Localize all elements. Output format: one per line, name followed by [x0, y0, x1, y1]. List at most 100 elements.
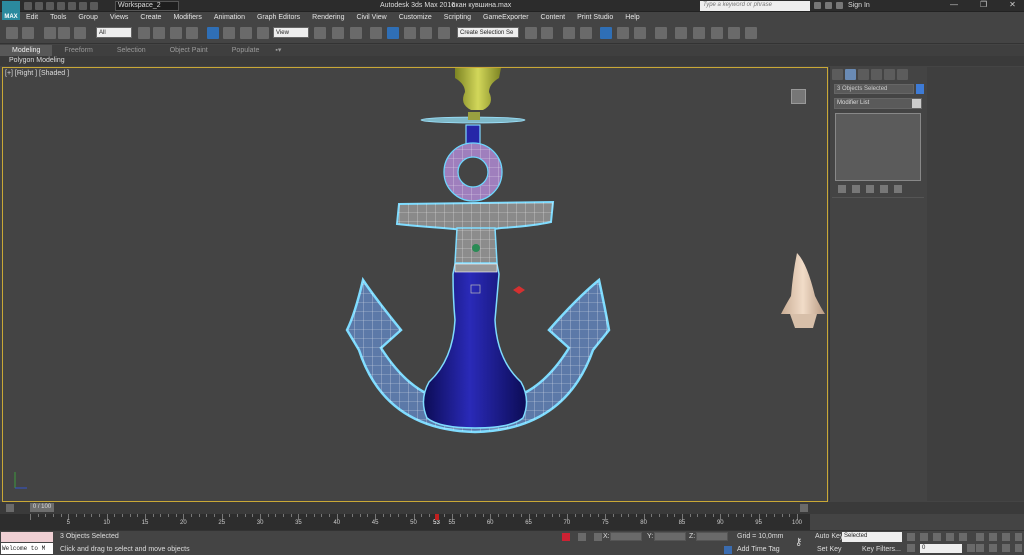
- display-tab-icon[interactable]: [884, 69, 895, 80]
- go-to-end-icon[interactable]: [959, 533, 967, 541]
- menu-graph-editors[interactable]: Graph Editors: [251, 12, 306, 23]
- y-coordinate-field[interactable]: [654, 532, 686, 541]
- pivot-center-icon[interactable]: [314, 27, 326, 39]
- redo-icon[interactable]: [68, 2, 76, 10]
- object-name-field[interactable]: 3 Objects Selected: [834, 84, 914, 94]
- menu-scripting[interactable]: Scripting: [438, 12, 477, 23]
- key-mode-icon[interactable]: [907, 544, 915, 552]
- remove-modifier-icon[interactable]: [880, 185, 888, 193]
- select-by-name-icon[interactable]: [153, 27, 165, 39]
- time-tag-icon[interactable]: [724, 546, 732, 554]
- isolate-icon[interactable]: [562, 533, 570, 541]
- go-to-start-icon[interactable]: [907, 533, 915, 541]
- menu-civil-view[interactable]: Civil View: [350, 12, 392, 23]
- tab-selection[interactable]: Selection: [105, 45, 158, 56]
- subscription-icon[interactable]: [825, 2, 832, 9]
- material-editor-icon[interactable]: [655, 27, 667, 39]
- set-key-icon[interactable]: ⚷: [795, 537, 802, 548]
- zoom-icon[interactable]: [976, 533, 984, 541]
- menu-help[interactable]: Help: [619, 12, 645, 23]
- app-logo[interactable]: MAX: [2, 1, 20, 20]
- minimize-button[interactable]: —: [950, 0, 958, 9]
- maximize-viewport-icon[interactable]: [1015, 544, 1022, 552]
- menu-create[interactable]: Create: [134, 12, 167, 23]
- save-file-icon[interactable]: [46, 2, 54, 10]
- zoom-extents-all-icon[interactable]: [1015, 533, 1022, 541]
- play-icon[interactable]: [933, 533, 941, 541]
- a360-render-icon[interactable]: [745, 27, 757, 39]
- set-key-button[interactable]: Set Key: [817, 546, 842, 553]
- time-slider-track[interactable]: 0 / 100: [0, 502, 1024, 514]
- object-color-swatch[interactable]: [916, 84, 924, 94]
- angle-snap-icon[interactable]: [387, 27, 399, 39]
- align-icon[interactable]: [541, 27, 553, 39]
- add-time-tag-button[interactable]: Add Time Tag: [737, 546, 780, 553]
- zoom-all-icon[interactable]: [989, 533, 997, 541]
- pan-view-icon[interactable]: [989, 544, 997, 552]
- key-filters-button[interactable]: Key Filters...: [862, 546, 901, 553]
- ribbon-toggle-icon[interactable]: [600, 27, 612, 39]
- menu-customize[interactable]: Customize: [393, 12, 438, 23]
- edit-named-selection-icon[interactable]: [438, 27, 450, 39]
- workspace-icon[interactable]: [90, 2, 98, 10]
- show-end-result-icon[interactable]: [852, 185, 860, 193]
- zoom-extents-icon[interactable]: [1002, 533, 1010, 541]
- search-input[interactable]: Type a keyword or phrase: [700, 1, 810, 11]
- utilities-tab-icon[interactable]: [897, 69, 908, 80]
- menu-print-studio[interactable]: Print Studio: [571, 12, 619, 23]
- maxscript-output[interactable]: Welcome to M: [1, 543, 53, 554]
- hookah-bowl[interactable]: [420, 68, 526, 124]
- mirror-icon[interactable]: [525, 27, 537, 39]
- make-unique-icon[interactable]: [866, 185, 874, 193]
- menu-animation[interactable]: Animation: [208, 12, 251, 23]
- menu-rendering[interactable]: Rendering: [306, 12, 350, 23]
- orbit-icon[interactable]: [1002, 544, 1010, 552]
- percent-snap-icon[interactable]: [404, 27, 416, 39]
- spinner-snap-icon[interactable]: [420, 27, 432, 39]
- redo-icon[interactable]: [22, 27, 34, 39]
- select-and-rotate-icon[interactable]: [223, 27, 235, 39]
- x-coordinate-field[interactable]: [610, 532, 642, 541]
- reference-coordinate-select[interactable]: View: [273, 27, 309, 38]
- next-frame-icon[interactable]: [800, 504, 808, 512]
- menu-tools[interactable]: Tools: [44, 12, 72, 23]
- undo-icon[interactable]: [6, 27, 18, 39]
- auto-key-button[interactable]: Auto Key: [815, 533, 843, 540]
- track-bar[interactable]: 5 10 15 20 25 30 35 40 45 50 53 55 60 65 70 75 80 85 90 95 1…: [0, 514, 810, 530]
- hierarchy-tab-icon[interactable]: [858, 69, 869, 80]
- undo-icon[interactable]: [57, 2, 65, 10]
- close-button[interactable]: ✕: [1009, 0, 1016, 9]
- maxscript-listener[interactable]: [1, 532, 53, 542]
- named-selection-set-select[interactable]: Create Selection Se: [457, 27, 519, 38]
- tab-modeling[interactable]: Modeling: [0, 45, 53, 56]
- bind-space-warp-icon[interactable]: [74, 27, 86, 39]
- project-folder-icon[interactable]: [79, 2, 87, 10]
- selection-set-select[interactable]: Selected: [842, 532, 902, 542]
- cone-object[interactable]: [781, 253, 825, 328]
- menu-edit[interactable]: Edit: [20, 12, 44, 23]
- unlink-icon[interactable]: [58, 27, 70, 39]
- current-frame-marker[interactable]: [434, 514, 439, 520]
- tab-populate[interactable]: Populate: [220, 45, 272, 56]
- curve-editor-icon[interactable]: [617, 27, 629, 39]
- z-coordinate-field[interactable]: [696, 532, 728, 541]
- polygon-modeling-label[interactable]: Polygon Modeling: [9, 56, 65, 66]
- ribbon-options-icon[interactable]: ▪▾: [271, 45, 285, 56]
- tab-object-paint[interactable]: Object Paint: [158, 45, 220, 56]
- configure-sets-icon[interactable]: [894, 185, 902, 193]
- open-mini-curve-editor-icon[interactable]: [6, 504, 14, 512]
- sign-in-button[interactable]: Sign In: [848, 2, 870, 9]
- select-and-scale-icon[interactable]: [240, 27, 252, 39]
- user-icon[interactable]: [836, 2, 843, 9]
- selection-filter-select[interactable]: All: [96, 27, 132, 38]
- maximize-button[interactable]: ❐: [980, 0, 987, 9]
- menu-content[interactable]: Content: [535, 12, 572, 23]
- time-configuration-icon[interactable]: [967, 544, 975, 552]
- create-tab-icon[interactable]: [832, 69, 843, 80]
- anchor-ring[interactable]: [443, 142, 503, 202]
- previous-frame-icon[interactable]: [920, 533, 928, 541]
- current-frame-field[interactable]: 0: [920, 544, 962, 553]
- new-file-icon[interactable]: [24, 2, 32, 10]
- menu-gameexporter[interactable]: GameExporter: [477, 12, 535, 23]
- menu-views[interactable]: Views: [104, 12, 135, 23]
